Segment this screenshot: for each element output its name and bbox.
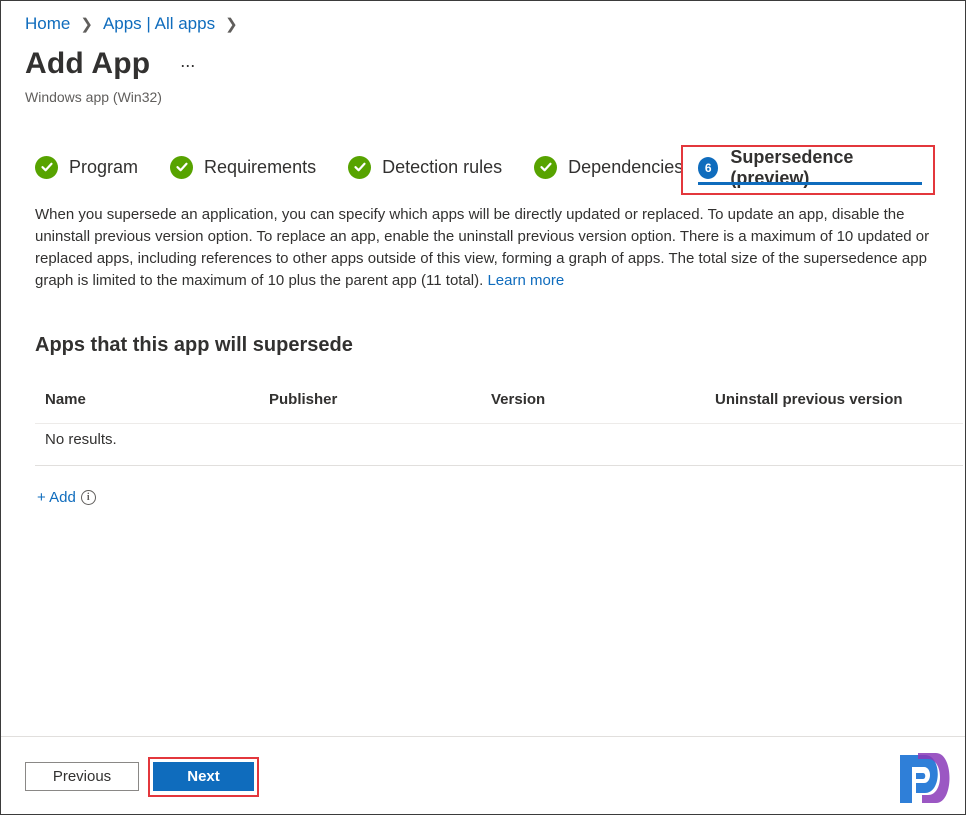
tab-supersedence[interactable]: 6 Supersedence (preview) bbox=[698, 147, 922, 188]
active-tab-indicator bbox=[698, 182, 922, 185]
next-button[interactable]: Next bbox=[153, 762, 254, 791]
breadcrumb-home[interactable]: Home bbox=[25, 14, 70, 34]
chevron-right-icon: ❯ bbox=[225, 16, 238, 33]
wizard-steps: Program Requirements Detection rules Dep… bbox=[35, 149, 715, 185]
check-circle-icon bbox=[35, 155, 58, 179]
app-window: Home ❯ Apps | All apps ❯ Add App ... Win… bbox=[0, 0, 966, 815]
tab-detection-rules[interactable]: Detection rules bbox=[348, 155, 503, 179]
add-button[interactable]: + Add i bbox=[37, 489, 96, 506]
tab-label: Detection rules bbox=[382, 156, 503, 177]
tab-label: Requirements bbox=[204, 156, 317, 177]
breadcrumb-apps[interactable]: Apps | All apps bbox=[103, 14, 215, 34]
chevron-right-icon: ❯ bbox=[80, 16, 93, 33]
more-options-button[interactable]: ... bbox=[180, 51, 195, 72]
tab-requirements[interactable]: Requirements bbox=[170, 155, 317, 179]
description-text: When you supersede an application, you c… bbox=[35, 206, 930, 289]
section-title: Apps that this app will supersede bbox=[35, 334, 353, 356]
column-header-uninstall-previous-version: Uninstall previous version bbox=[715, 391, 903, 408]
column-header-publisher: Publisher bbox=[269, 391, 338, 408]
divider bbox=[35, 465, 963, 466]
description: When you supersede an application, you c… bbox=[35, 204, 951, 292]
check-circle-icon bbox=[534, 155, 558, 179]
tab-label: Program bbox=[69, 156, 139, 177]
tab-dependencies[interactable]: Dependencies bbox=[534, 155, 684, 179]
empty-table-message: No results. bbox=[45, 431, 117, 448]
page-subtitle: Windows app (Win32) bbox=[25, 89, 162, 105]
breadcrumb: Home ❯ Apps | All apps ❯ bbox=[25, 14, 248, 34]
learn-more-link[interactable]: Learn more bbox=[487, 272, 564, 289]
title-row: Add App ... bbox=[25, 47, 195, 81]
check-circle-icon bbox=[170, 155, 194, 179]
table-header: Name Publisher Version Uninstall previou… bbox=[35, 389, 963, 424]
column-header-version: Version bbox=[491, 391, 546, 408]
info-icon[interactable]: i bbox=[80, 490, 96, 505]
column-header-name: Name bbox=[45, 391, 86, 408]
previous-button[interactable]: Previous bbox=[25, 762, 139, 791]
tab-label: Dependencies bbox=[568, 156, 684, 177]
step-number-icon: 6 bbox=[698, 157, 719, 179]
page-title: Add App bbox=[25, 47, 151, 80]
add-label: + Add bbox=[37, 489, 76, 506]
footer-divider bbox=[1, 736, 965, 737]
logo-icon bbox=[900, 753, 950, 803]
tab-program[interactable]: Program bbox=[35, 155, 139, 179]
check-circle-icon bbox=[348, 155, 372, 179]
